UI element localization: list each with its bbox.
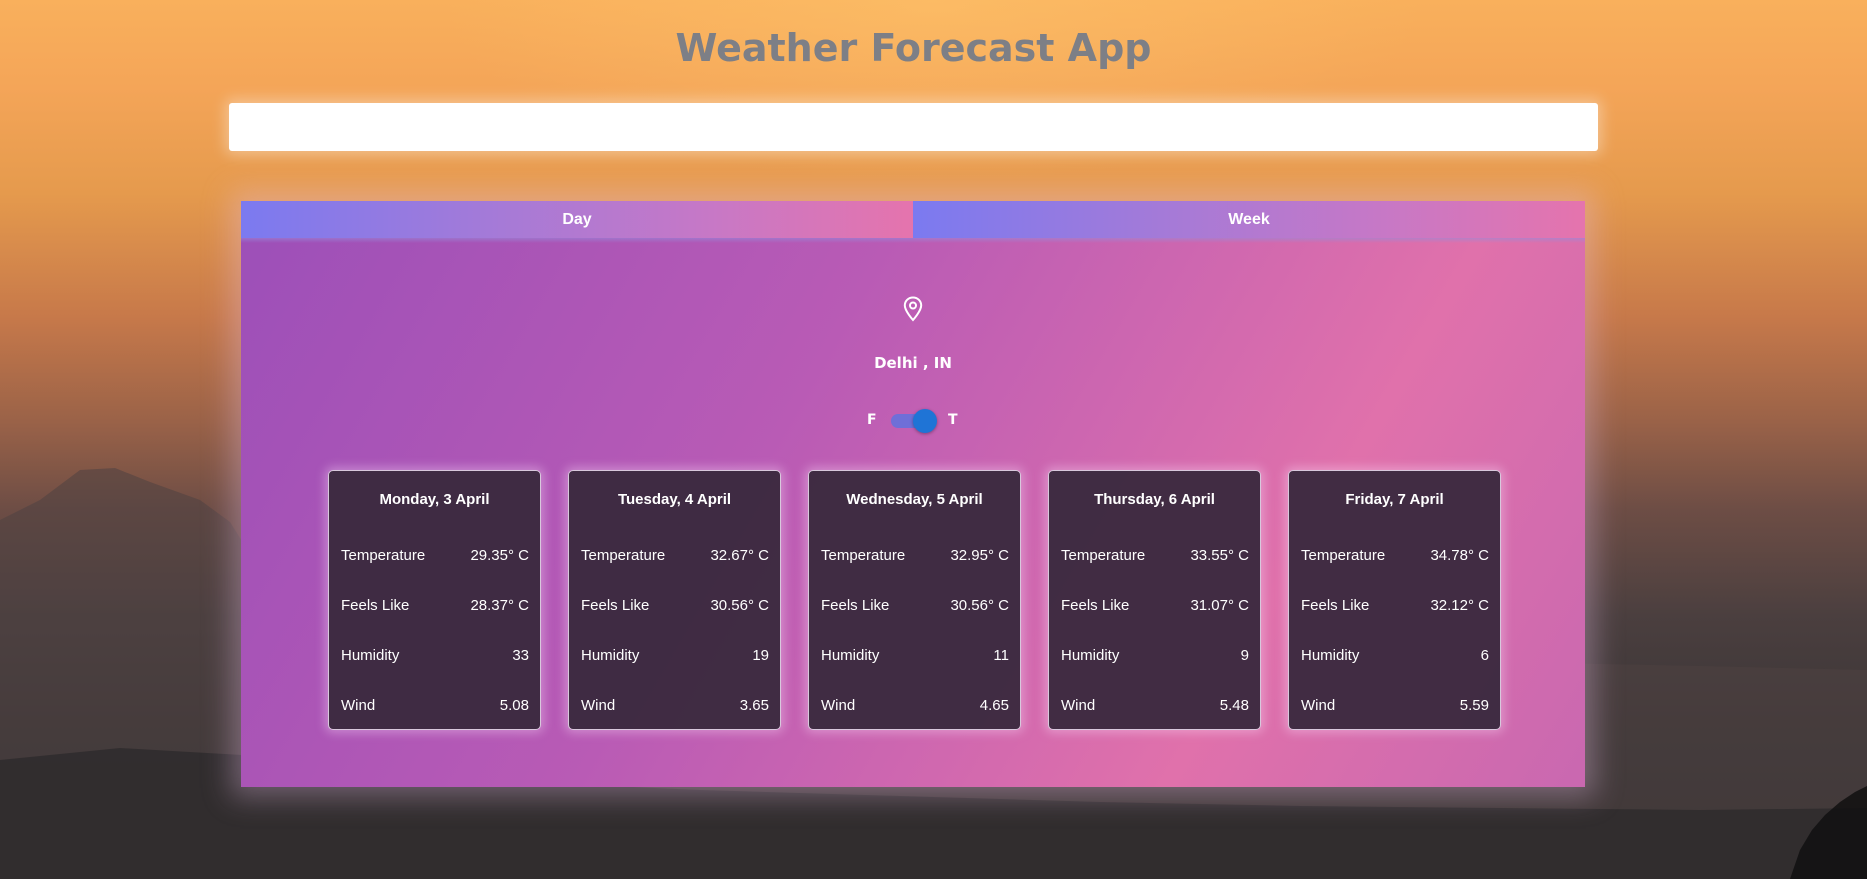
stat-value: 33.55° C xyxy=(1190,547,1249,564)
unit-toggle: F T xyxy=(241,409,1585,433)
location-label: Delhi , IN xyxy=(874,354,952,372)
stat-label: Wind xyxy=(1061,697,1096,714)
stat-value: 34.78° C xyxy=(1430,547,1489,564)
stat-value: 29.35° C xyxy=(470,547,529,564)
stat-value: 32.12° C xyxy=(1430,597,1489,614)
wind-row: Wind 4.65 xyxy=(821,697,1009,717)
app-title: Weather Forecast App xyxy=(675,26,1152,70)
stat-label: Wind xyxy=(581,697,616,714)
feels-like-row: Feels Like 30.56° C xyxy=(821,597,1009,617)
humidity-row: Humidity 9 xyxy=(1061,647,1249,667)
stat-value: 30.56° C xyxy=(710,597,769,614)
forecast-panel: Day Week Delhi , IN F T Monday, 3 April … xyxy=(241,201,1585,787)
stat-label: Feels Like xyxy=(1301,597,1370,614)
humidity-row: Humidity 19 xyxy=(581,647,769,667)
card-date: Monday, 3 April xyxy=(379,491,490,508)
city-search-input[interactable] xyxy=(229,103,1598,151)
stat-value: 9 xyxy=(1240,647,1249,664)
temperature-row: Temperature 33.55° C xyxy=(1061,547,1249,567)
card-date: Thursday, 6 April xyxy=(1094,491,1215,508)
stat-value: 30.56° C xyxy=(950,597,1009,614)
stat-value: 11 xyxy=(993,647,1009,664)
stat-label: Feels Like xyxy=(341,597,410,614)
humidity-row: Humidity 33 xyxy=(341,647,529,667)
card-date: Wednesday, 5 April xyxy=(846,491,983,508)
tabs-divider xyxy=(241,238,1585,243)
stat-value: 32.95° C xyxy=(950,547,1009,564)
stat-label: Humidity xyxy=(1301,647,1360,664)
stat-label: Humidity xyxy=(1061,647,1120,664)
toggle-switch[interactable] xyxy=(913,409,937,433)
humidity-row: Humidity 11 xyxy=(821,647,1009,667)
stat-label: Temperature xyxy=(1301,547,1386,564)
tab-week[interactable]: Week xyxy=(913,201,1585,238)
forecast-cards: Monday, 3 April Temperature 29.35° C Fee… xyxy=(328,470,1502,732)
stat-value: 6 xyxy=(1480,647,1489,664)
stat-value: 28.37° C xyxy=(470,597,529,614)
humidity-row: Humidity 6 xyxy=(1301,647,1489,667)
feels-like-row: Feels Like 28.37° C xyxy=(341,597,529,617)
stat-label: Humidity xyxy=(341,647,400,664)
stat-value: 4.65 xyxy=(979,697,1009,714)
stat-value: 31.07° C xyxy=(1190,597,1249,614)
card-date: Friday, 7 April xyxy=(1345,491,1444,508)
stat-label: Wind xyxy=(1301,697,1336,714)
forecast-card: Thursday, 6 April Temperature 33.55° C F… xyxy=(1048,470,1261,730)
stat-label: Feels Like xyxy=(821,597,890,614)
feels-like-row: Feels Like 32.12° C xyxy=(1301,597,1489,617)
feels-like-row: Feels Like 30.56° C xyxy=(581,597,769,617)
stat-value: 5.48 xyxy=(1219,697,1249,714)
stat-label: Temperature xyxy=(341,547,426,564)
temperature-row: Temperature 29.35° C xyxy=(341,547,529,567)
card-date: Tuesday, 4 April xyxy=(617,491,732,508)
stat-value: 5.08 xyxy=(499,697,529,714)
stat-label: Wind xyxy=(821,697,856,714)
temperature-row: Temperature 32.95° C xyxy=(821,547,1009,567)
stat-value: 19 xyxy=(752,647,769,664)
stat-label: Feels Like xyxy=(581,597,650,614)
temperature-row: Temperature 32.67° C xyxy=(581,547,769,567)
map-pin-icon xyxy=(903,296,923,322)
forecast-card: Friday, 7 April Temperature 34.78° C Fee… xyxy=(1288,470,1501,730)
stat-label: Humidity xyxy=(821,647,880,664)
stat-value: 33 xyxy=(512,647,529,664)
stat-value: 5.59 xyxy=(1459,697,1489,714)
forecast-card: Monday, 3 April Temperature 29.35° C Fee… xyxy=(328,470,541,730)
toggle-left-label: F xyxy=(867,412,877,428)
feels-like-row: Feels Like 31.07° C xyxy=(1061,597,1249,617)
toggle-right-label: T xyxy=(948,412,958,428)
wind-row: Wind 5.59 xyxy=(1301,697,1489,717)
stat-value: 32.67° C xyxy=(710,547,769,564)
tab-day[interactable]: Day xyxy=(241,201,913,238)
stat-value: 3.65 xyxy=(739,697,769,714)
stat-label: Humidity xyxy=(581,647,640,664)
forecast-card: Wednesday, 5 April Temperature 32.95° C … xyxy=(808,470,1021,730)
stat-label: Temperature xyxy=(1061,547,1146,564)
stat-label: Temperature xyxy=(581,547,666,564)
wind-row: Wind 3.65 xyxy=(581,697,769,717)
stat-label: Feels Like xyxy=(1061,597,1130,614)
temperature-row: Temperature 34.78° C xyxy=(1301,547,1489,567)
wind-row: Wind 5.08 xyxy=(341,697,529,717)
stat-label: Wind xyxy=(341,697,376,714)
view-tabs: Day Week xyxy=(241,201,1585,238)
stat-label: Temperature xyxy=(821,547,906,564)
wind-row: Wind 5.48 xyxy=(1061,697,1249,717)
forecast-card: Tuesday, 4 April Temperature 32.67° C Fe… xyxy=(568,470,781,730)
